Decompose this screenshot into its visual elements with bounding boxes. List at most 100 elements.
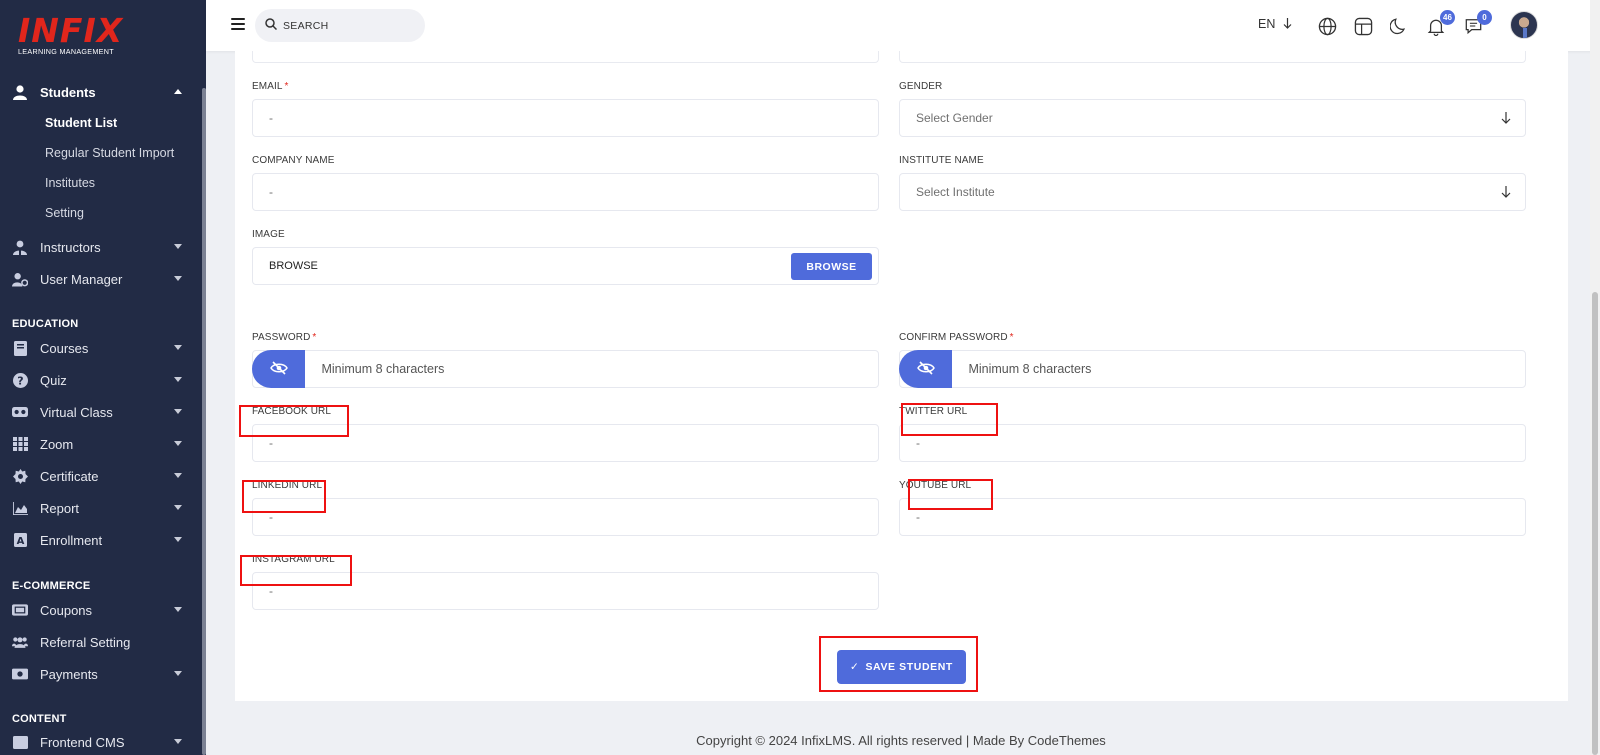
facebook-url-input[interactable]	[269, 436, 878, 450]
password-input[interactable]	[321, 362, 878, 376]
sidebar-item-label: Payments	[40, 666, 98, 682]
footer-copyright: Copyright © 2024 InfixLMS. All rights re…	[696, 733, 1106, 748]
email-input[interactable]	[269, 111, 878, 125]
chevron-down-icon	[174, 671, 182, 676]
language-selector[interactable]: EN	[1258, 17, 1292, 31]
globe-icon[interactable]	[1316, 15, 1338, 37]
notification-bell-icon[interactable]: 46	[1425, 10, 1455, 37]
hamburger-menu-icon[interactable]	[231, 18, 245, 30]
chevron-down-icon	[174, 505, 182, 510]
company-name-field[interactable]	[252, 173, 879, 211]
sidebar-item-label: Instructors	[40, 239, 101, 255]
chevron-down-icon	[174, 409, 182, 414]
previous-field-bottom	[899, 51, 1526, 63]
confirm-password-label: CONFIRM PASSWORD *	[899, 332, 1014, 343]
sidebar-item-referral-setting[interactable]: Referral Setting	[0, 628, 202, 656]
youtube-url-input[interactable]	[916, 510, 1525, 524]
sidebar-item-students[interactable]: Students	[0, 78, 202, 106]
chevron-down-icon	[174, 537, 182, 542]
svg-text:A: A	[16, 536, 24, 547]
browse-button[interactable]: BROWSE	[791, 253, 872, 280]
linkedin-url-input[interactable]	[269, 510, 878, 524]
gender-select[interactable]: Select Gender	[899, 99, 1526, 137]
sidebar-item-report[interactable]: Report	[0, 494, 202, 522]
email-field[interactable]	[252, 99, 879, 137]
ticket-icon	[12, 602, 28, 618]
grid-icon	[12, 436, 28, 452]
chevron-down-icon	[174, 345, 182, 350]
linkedin-url-field[interactable]	[252, 498, 879, 536]
highlight-box-instagram	[240, 555, 352, 586]
sidebar-subitem-institutes[interactable]: Institutes	[45, 173, 95, 193]
sidebar-item-label: User Manager	[40, 271, 123, 287]
dark-mode-moon-icon[interactable]	[1388, 15, 1410, 37]
sidebar: INFIX LEARNING MANAGEMENT Students Stude…	[0, 0, 206, 755]
page-scrollbar-thumb[interactable]	[1592, 292, 1598, 755]
toggle-password-visibility-button[interactable]	[252, 350, 306, 388]
highlight-box-linkedin	[242, 480, 326, 513]
sidebar-item-instructors[interactable]: Instructors	[0, 233, 202, 261]
search-box[interactable]	[255, 9, 425, 42]
enrollment-icon: A	[12, 532, 28, 548]
page-scrollbar[interactable]	[1590, 0, 1600, 755]
confirm-password-field[interactable]	[899, 350, 1526, 388]
arrow-down-icon	[1501, 112, 1511, 127]
section-title-content: CONTENT	[12, 713, 67, 725]
sidebar-item-label: Enrollment	[40, 532, 103, 548]
sidebar-item-label: Referral Setting	[40, 634, 131, 650]
money-icon	[12, 666, 28, 682]
image-file-field[interactable]: BROWSE BROWSE	[252, 247, 879, 285]
confirm-password-input[interactable]	[968, 362, 1525, 376]
book-icon	[12, 340, 28, 356]
sidebar-scrollbar[interactable]	[202, 88, 206, 755]
sidebar-item-label: Frontend CMS	[40, 734, 125, 750]
toggle-confirm-password-visibility-button[interactable]	[899, 350, 953, 388]
chevron-down-icon	[174, 607, 182, 612]
sidebar-item-enrollment[interactable]: A Enrollment	[0, 526, 202, 554]
company-name-label: COMPANY NAME	[252, 155, 335, 166]
sidebar-item-zoom[interactable]: Zoom	[0, 430, 202, 458]
layout-icon[interactable]	[1352, 15, 1374, 37]
search-input[interactable]	[283, 19, 403, 32]
app-logo[interactable]: INFIX LEARNING MANAGEMENT	[18, 14, 128, 64]
chevron-down-icon	[174, 244, 182, 249]
sidebar-item-user-manager[interactable]: User Manager	[0, 265, 202, 293]
sidebar-subitem-regular-student-import[interactable]: Regular Student Import	[45, 143, 174, 163]
instagram-url-input[interactable]	[269, 584, 878, 598]
institute-select[interactable]: Select Institute	[899, 173, 1526, 211]
youtube-url-field[interactable]	[899, 498, 1526, 536]
sidebar-item-coupons[interactable]: Coupons	[0, 596, 202, 624]
chevron-down-icon	[174, 377, 182, 382]
password-field[interactable]	[252, 350, 879, 388]
highlight-box-youtube	[908, 479, 993, 510]
highlight-box-twitter	[901, 403, 998, 436]
logo-subtitle: LEARNING MANAGEMENT	[18, 47, 114, 56]
vr-headset-icon	[12, 404, 28, 420]
users-icon	[12, 634, 28, 650]
company-name-input[interactable]	[269, 185, 878, 199]
highlight-box-save-student	[819, 636, 978, 692]
sidebar-item-frontend-cms[interactable]: Frontend CMS	[0, 728, 202, 755]
eye-slash-icon	[269, 360, 288, 378]
arrow-down-icon	[1279, 17, 1292, 31]
messages-chat-icon[interactable]: 0	[1462, 10, 1492, 37]
sidebar-item-courses[interactable]: Courses	[0, 334, 202, 362]
chevron-down-icon	[174, 473, 182, 478]
sidebar-subitem-setting[interactable]: Setting	[45, 203, 84, 223]
sidebar-item-virtual-class[interactable]: Virtual Class	[0, 398, 202, 426]
notification-count-badge: 46	[1440, 10, 1455, 25]
user-avatar[interactable]	[1510, 11, 1538, 39]
chevron-down-icon	[174, 739, 182, 744]
top-header: EN 46 0	[206, 0, 1600, 51]
email-label: EMAIL *	[252, 81, 289, 92]
cms-icon	[12, 734, 28, 750]
chart-area-icon	[12, 500, 28, 516]
sidebar-item-payments[interactable]: Payments	[0, 660, 202, 688]
gender-label: GENDER	[899, 81, 943, 92]
sidebar-item-label: Zoom	[40, 436, 74, 452]
question-circle-icon: ?	[12, 372, 28, 388]
sidebar-subitem-student-list[interactable]: Student List	[45, 113, 117, 133]
sidebar-item-certificate[interactable]: Certificate	[0, 462, 202, 490]
sidebar-item-quiz[interactable]: ? Quiz	[0, 366, 202, 394]
twitter-url-input[interactable]	[916, 436, 1525, 450]
